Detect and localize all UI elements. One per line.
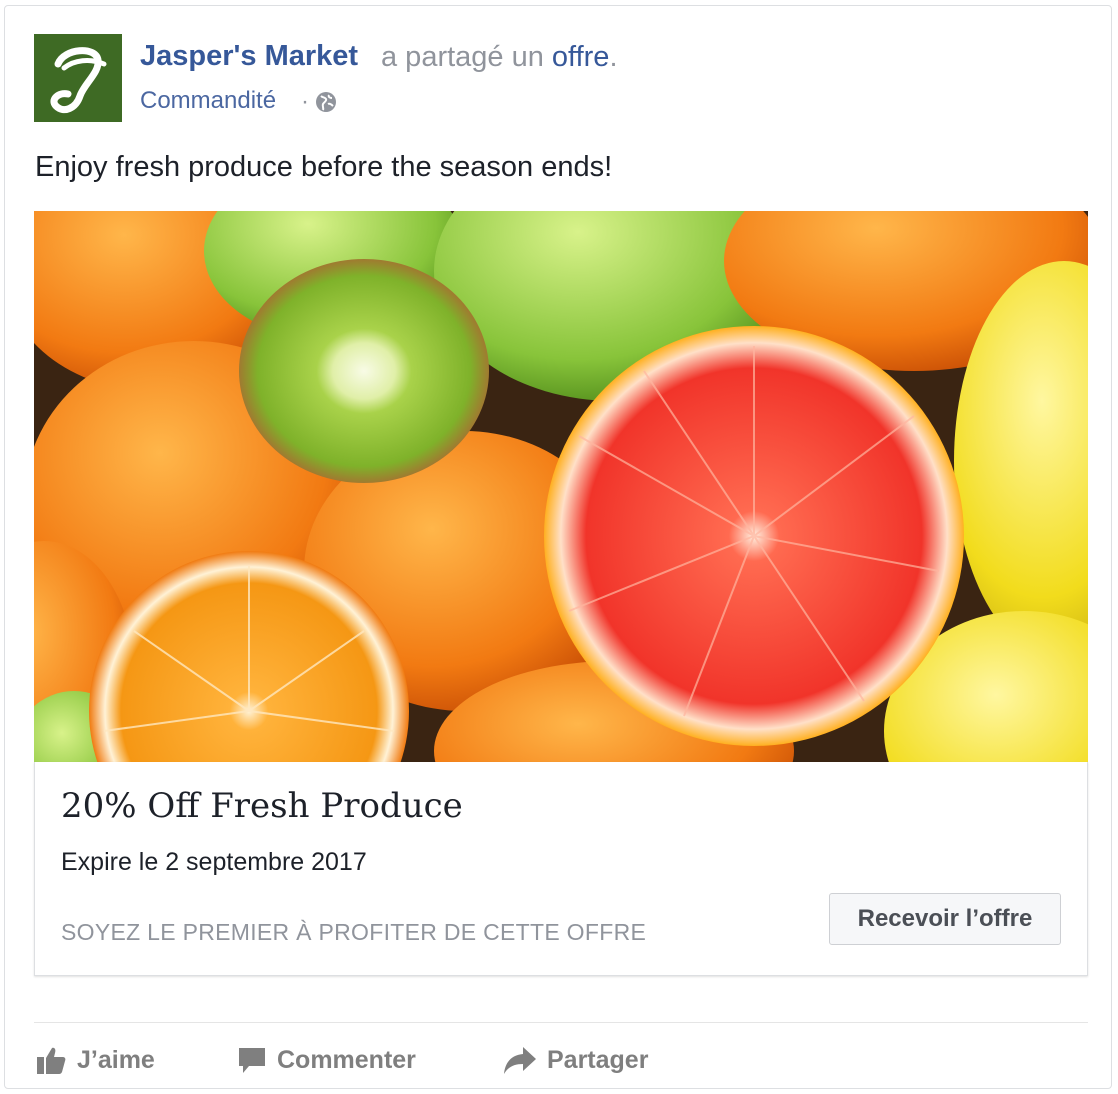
sponsored-label[interactable]: Commandité — [140, 87, 276, 115]
share-arrow-icon — [504, 1047, 536, 1074]
offer-title: 20% Off Fresh Produce — [61, 786, 463, 826]
offer-cta-text: SOYEZ LE PREMIER À PROFITER DE CETTE OFF… — [61, 919, 647, 945]
jasper-logo-mark — [34, 34, 122, 122]
offer-details[interactable]: 20% Off Fresh Produce Expire le 2 septem… — [34, 762, 1088, 976]
offer-photo[interactable] — [34, 211, 1088, 763]
comment-label: Commenter — [277, 1045, 416, 1074]
share-label: Partager — [547, 1045, 649, 1074]
get-offer-button[interactable]: Recevoir l’offre — [829, 893, 1061, 945]
like-button[interactable]: J’aime — [35, 1040, 155, 1080]
sponsored-post-card: Jasper's Market a partagé un offre. Comm… — [4, 5, 1112, 1089]
actions-divider — [34, 1022, 1088, 1023]
post-message: Enjoy fresh produce before the season en… — [35, 151, 613, 183]
page-name-link[interactable]: Jasper's Market — [140, 40, 358, 73]
shared-offer-text: a partagé un offre. — [381, 41, 618, 74]
offer-expiry-date: Expire le 2 septembre 2017 — [61, 848, 367, 876]
citrus-fruit-image — [34, 211, 1088, 763]
page-logo[interactable] — [34, 34, 122, 122]
shared-text-label: a partagé un — [381, 41, 544, 73]
comment-icon — [239, 1048, 265, 1073]
comment-button[interactable]: Commenter — [237, 1040, 416, 1080]
share-button[interactable]: Partager — [503, 1040, 648, 1080]
shared-text-period: . — [609, 41, 618, 73]
meta-separator: · — [301, 88, 309, 115]
thumbs-up-icon — [37, 1047, 66, 1074]
offer-link[interactable]: offre — [552, 41, 610, 73]
like-label: J’aime — [77, 1045, 155, 1074]
globe-icon[interactable] — [314, 90, 338, 114]
